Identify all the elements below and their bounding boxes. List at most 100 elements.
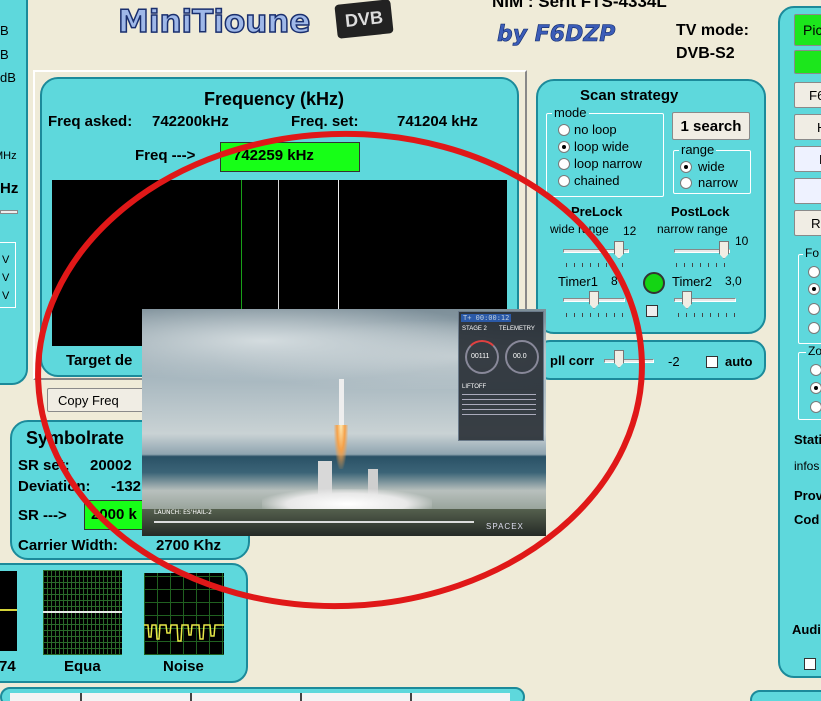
left-v2: V — [2, 272, 10, 284]
symbolrate-title: Symbolrate — [26, 428, 125, 448]
left-slider-stub — [0, 210, 18, 214]
right-group-2-radio-3[interactable] — [810, 401, 821, 413]
rocket-body — [339, 379, 344, 427]
carrier-width-label: Carrier Width: — [18, 537, 118, 554]
audio-label: Audi — [792, 622, 821, 637]
pll-slider-thumb[interactable] — [614, 350, 624, 368]
auto-checkbox[interactable] — [706, 356, 718, 368]
postlock-label: PostLock — [671, 204, 730, 219]
freq-set-label: Freq. set: — [291, 113, 359, 130]
left-v1: V — [2, 254, 10, 266]
prelock-range-label: wide range — [550, 222, 609, 236]
telemetry-stage: STAGE 2 — [462, 326, 487, 332]
right-group-2-label: Zo — [806, 344, 821, 358]
rocket-flame — [334, 425, 348, 469]
video-preview[interactable]: LAUNCH: ES'HAIL-2 SPACEX T+ 00:00:12 STA… — [142, 309, 546, 536]
timer1-label: Timer1 — [558, 274, 598, 289]
prelock-label: PreLock — [571, 204, 623, 219]
speed-value: 00111 — [471, 353, 490, 360]
lock-indicator — [643, 272, 665, 294]
mode-label-no-loop: no loop — [574, 122, 617, 137]
postlock-slider-thumb[interactable] — [719, 241, 729, 259]
sr-set-label: SR set: — [18, 457, 70, 474]
mode-group-label: mode — [552, 105, 589, 120]
range-radio-narrow[interactable] — [680, 177, 692, 189]
deviation-value: -132 — [111, 478, 142, 495]
telemetry-panel: T+ 00:00:12 STAGE 2 TELEMETRY 00111 00.0… — [458, 311, 544, 441]
video-timeline — [154, 521, 474, 523]
timer1-slider-ticks — [566, 313, 626, 317]
right-group-1-radio-1[interactable] — [808, 266, 820, 278]
right-bottom-checkbox[interactable] — [804, 658, 816, 670]
f-button[interactable]: F — [794, 146, 821, 172]
mode-radio-loop-wide[interactable] — [558, 141, 570, 153]
mode-radio-loop-narrow[interactable] — [558, 158, 570, 170]
scan-strategy-panel: Scan strategy mode no loop loop wide loo… — [536, 79, 766, 334]
pic-button[interactable]: Pic — [794, 14, 821, 46]
range-radio-wide[interactable] — [680, 161, 692, 173]
range-label-wide: wide — [698, 159, 725, 174]
launch-caption: LAUNCH: ES'HAIL-2 — [154, 509, 212, 516]
telemetry-time: T+ 00:00:12 — [461, 314, 512, 322]
liftoff-label: LIFTOFF — [462, 384, 487, 390]
timer2-slider-ticks — [678, 313, 736, 317]
frequency-title: Frequency (kHz) — [204, 89, 345, 109]
scope-left-label: 74 — [0, 658, 16, 675]
mode-radio-no-loop[interactable] — [558, 124, 570, 136]
left-edge-texts: B B dB MHz Hz V V V — [0, 0, 28, 400]
equaliser-scope — [43, 570, 122, 655]
left-mhz: MHz — [0, 150, 17, 162]
r-button[interactable]: R — [794, 210, 821, 236]
station-label: Stati — [794, 432, 821, 447]
mode-label-loop-narrow: loop narrow — [574, 156, 642, 171]
freq-set-value: 741204 kHz — [397, 113, 478, 130]
left-db: dB — [0, 70, 16, 85]
postlock-value: 10 — [735, 234, 749, 248]
right-button-2[interactable] — [794, 50, 821, 74]
right-group-1-label: Fo — [803, 246, 821, 260]
left-b2: B — [0, 47, 9, 62]
prelock-value: 12 — [623, 224, 637, 238]
h-button[interactable]: H — [794, 114, 821, 140]
search-button[interactable]: 1 search — [672, 112, 750, 140]
right-group-2-radio-1[interactable] — [810, 364, 821, 376]
freq-arrow-label: Freq ---> — [135, 147, 196, 164]
timer2-slider-thumb[interactable] — [682, 291, 692, 309]
left-hz: Hz — [0, 180, 19, 197]
mode-radio-chained[interactable] — [558, 175, 570, 187]
copy-freq-button[interactable]: Copy Freq — [47, 388, 147, 412]
right-group-1-radio-4[interactable] — [808, 322, 820, 334]
right-group-1-radio-2[interactable] — [808, 283, 820, 295]
nim-info: NIM : Serit FTS-4334L — [492, 0, 667, 11]
right-button-6[interactable] — [794, 178, 821, 204]
freq-value-field[interactable]: 742259 kHz — [220, 142, 360, 172]
bottom-strip-tabs — [10, 693, 510, 701]
timer2-label: Timer2 — [672, 274, 712, 289]
lock-checkbox[interactable] — [646, 305, 658, 317]
cod-label: Cod — [794, 512, 820, 527]
pll-value: -2 — [668, 354, 680, 369]
alt-value: 00.0 — [513, 353, 527, 360]
timer1-slider-thumb[interactable] — [589, 291, 599, 309]
timer1-value: 8 — [611, 274, 618, 288]
telemetry-text-lines — [462, 394, 536, 418]
prelock-slider-thumb[interactable] — [614, 241, 624, 259]
sr-arrow-label: SR ---> — [18, 507, 67, 524]
pll-label: pll corr — [550, 353, 595, 368]
left-b: B — [0, 23, 9, 38]
infos-label: infos — [794, 459, 820, 473]
telemetry-title: TELEMETRY — [499, 326, 535, 332]
noise-trace — [144, 624, 224, 642]
sr-set-value: 20002 — [90, 457, 132, 474]
right-group-1-radio-3[interactable] — [808, 303, 820, 315]
f6-button[interactable]: F6 — [794, 82, 821, 108]
scan-title: Scan strategy — [580, 87, 679, 104]
right-group-2-radio-2[interactable] — [810, 382, 821, 394]
constellation-trace — [0, 609, 17, 611]
prov-label: Prov — [794, 488, 821, 503]
freq-asked-value: 742200kHz — [152, 113, 229, 130]
freq-asked-label: Freq asked: — [48, 113, 133, 130]
postlock-slider-ticks — [676, 263, 732, 267]
noise-label: Noise — [163, 658, 204, 675]
carrier-width-value: 2700 Khz — [156, 537, 222, 554]
